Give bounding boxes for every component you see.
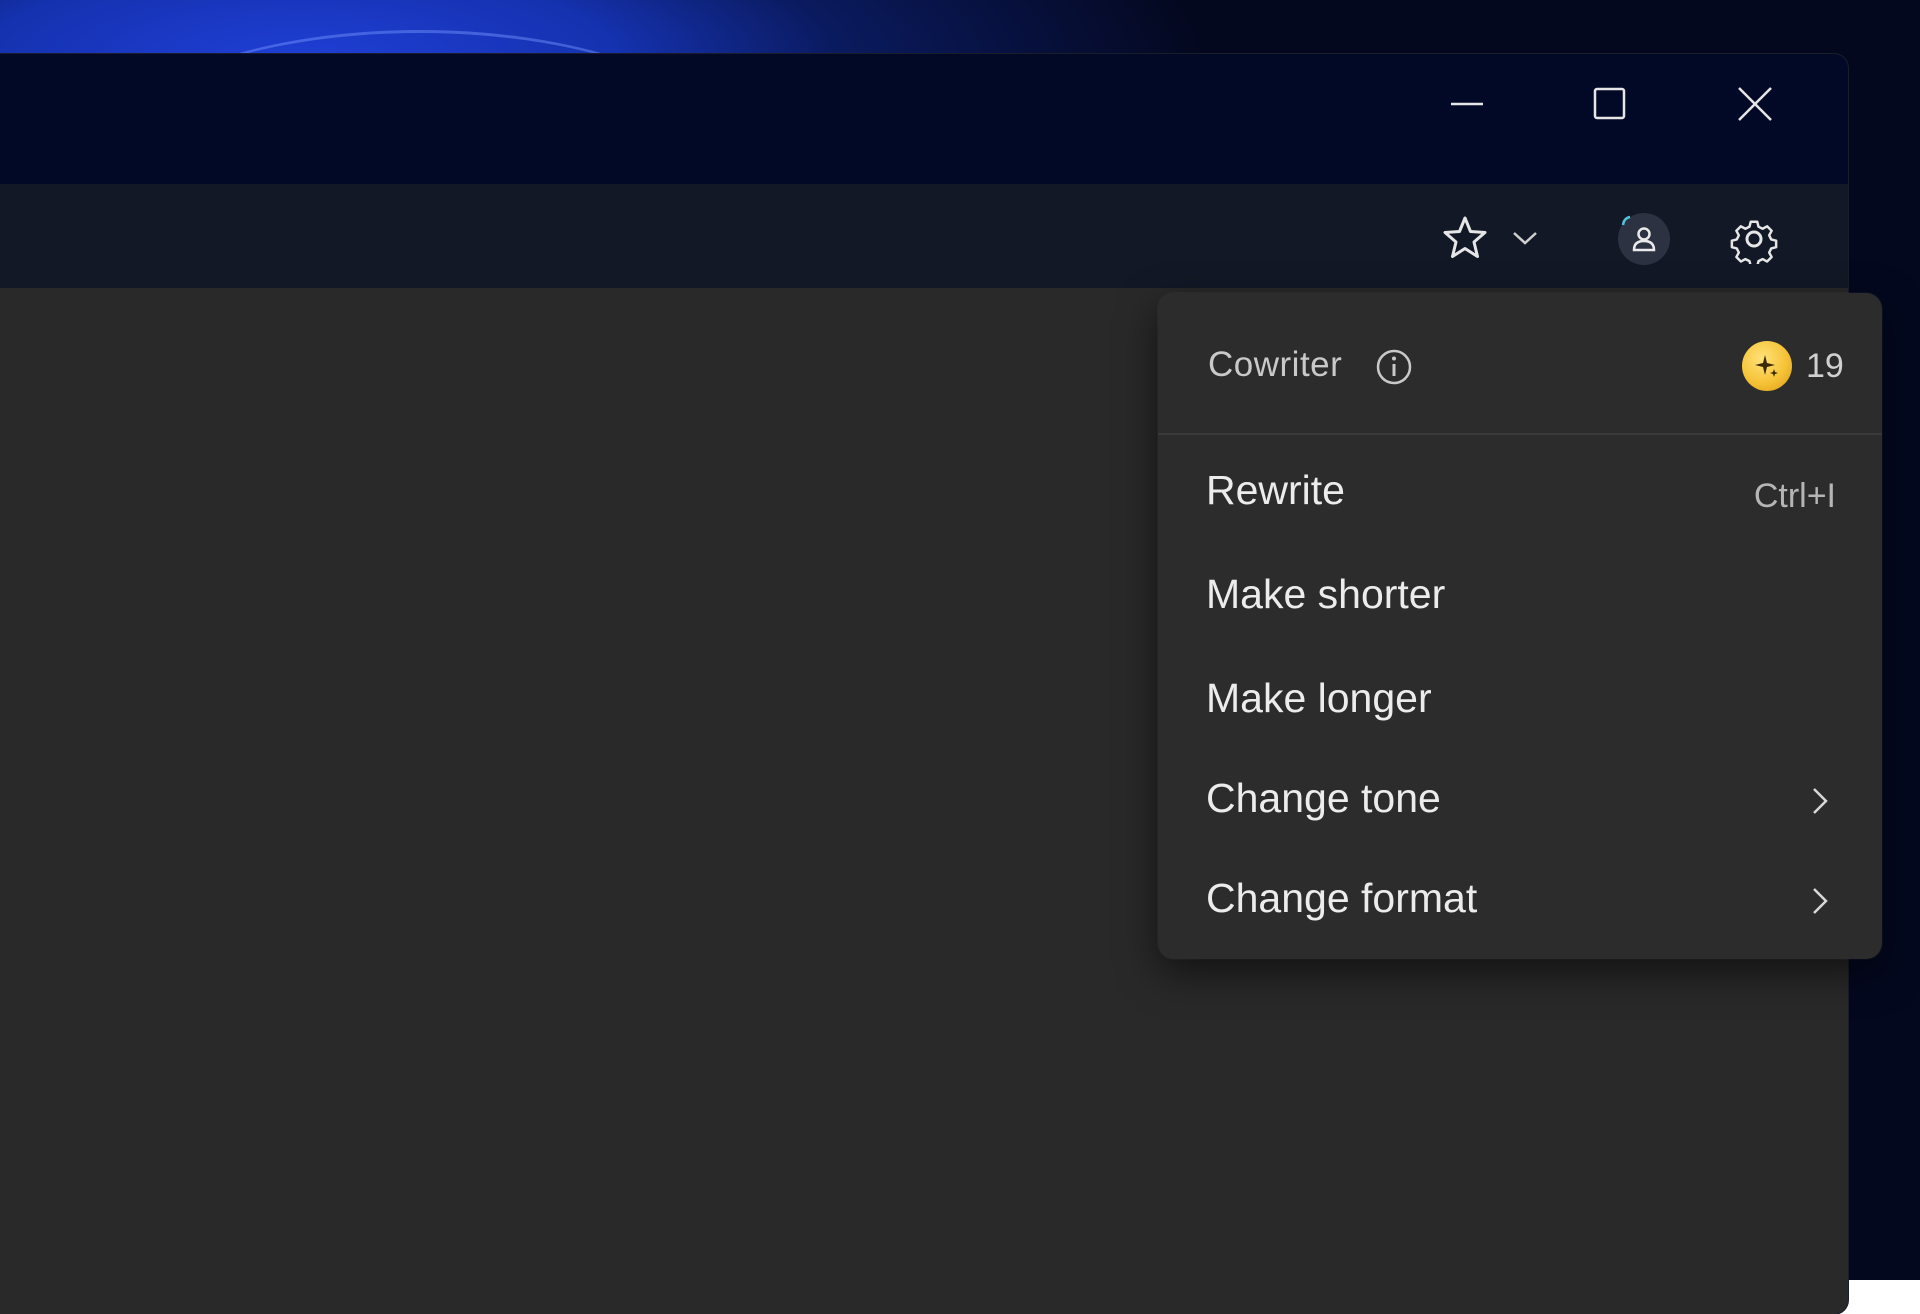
info-icon[interactable] xyxy=(1374,347,1414,387)
gear-icon xyxy=(1730,220,1778,264)
chevron-right-icon xyxy=(1813,788,1828,814)
favorites-button[interactable] xyxy=(1435,208,1495,268)
credit-count: 19 xyxy=(1806,347,1844,385)
sparkle-coin-icon xyxy=(1742,341,1792,391)
cowriter-title: Cowriter xyxy=(1208,345,1343,384)
cowriter-menu-header: Cowriter 19 xyxy=(1158,293,1882,435)
menu-item-label: Rewrite xyxy=(1206,467,1345,513)
menu-item-label: Change tone xyxy=(1206,775,1441,821)
minimize-icon xyxy=(1451,102,1483,106)
menu-item-make-shorter[interactable]: Make shorter xyxy=(1158,547,1882,643)
close-button[interactable] xyxy=(1695,64,1815,144)
maximize-icon xyxy=(1593,87,1626,120)
maximize-button[interactable] xyxy=(1550,64,1670,144)
menu-item-change-format[interactable]: Change format xyxy=(1158,851,1882,947)
menu-item-rewrite[interactable]: Rewrite Ctrl+I xyxy=(1158,443,1882,539)
chevron-right-icon xyxy=(1813,888,1828,914)
sync-indicator-icon xyxy=(1621,215,1631,226)
avatar xyxy=(1618,213,1670,265)
settings-button[interactable] xyxy=(1723,208,1785,270)
shortcut-hint: Ctrl+I xyxy=(1753,477,1836,515)
chevron-down-icon xyxy=(1513,232,1537,245)
browser-toolbar xyxy=(0,184,1848,288)
cowriter-menu: Cowriter 19 Rewrite Ctrl+I Make shorter … xyxy=(1158,293,1882,959)
profile-button[interactable] xyxy=(1613,208,1675,270)
star-icon xyxy=(1443,216,1487,258)
menu-item-label: Change format xyxy=(1206,875,1478,921)
close-icon xyxy=(1738,87,1772,121)
minimize-button[interactable] xyxy=(1407,64,1527,144)
menu-item-label: Make shorter xyxy=(1206,571,1446,617)
favorites-dropdown-button[interactable] xyxy=(1505,214,1545,262)
menu-item-label: Make longer xyxy=(1206,675,1432,721)
title-bar xyxy=(0,54,1848,184)
menu-item-make-longer[interactable]: Make longer xyxy=(1158,651,1882,747)
menu-item-change-tone[interactable]: Change tone xyxy=(1158,751,1882,847)
